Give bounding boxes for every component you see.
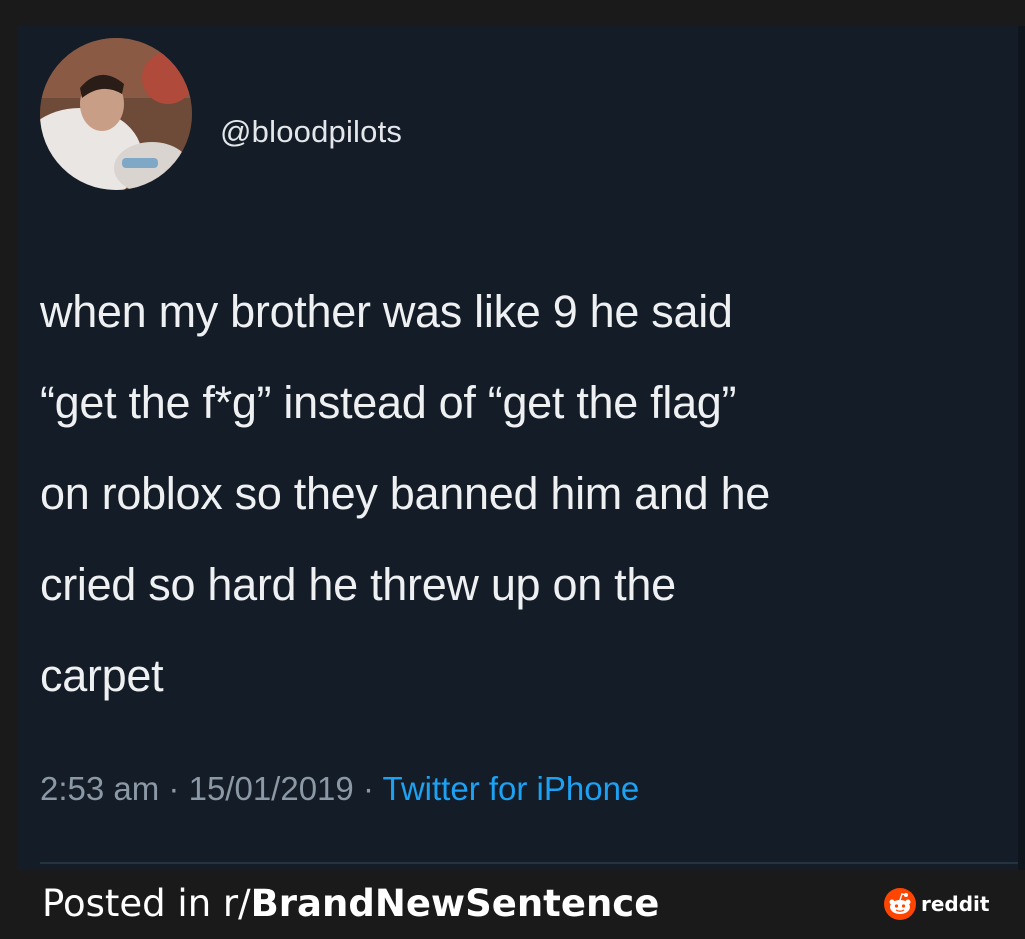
tweet-card: @bloodpilots when my brother was like 9 … xyxy=(18,26,1025,870)
posted-prefix: Posted in r/ xyxy=(42,882,251,925)
tweet-text-line: on roblox so they banned him and he xyxy=(40,468,771,519)
screenshot-frame: @bloodpilots when my brother was like 9 … xyxy=(0,0,1025,939)
tweet-date[interactable]: 15/01/2019 xyxy=(189,770,354,807)
tweet-handle[interactable]: @bloodpilots xyxy=(220,114,402,150)
tweet-text-line: carpet xyxy=(40,650,164,701)
posted-in-label: Posted in r/BrandNewSentence xyxy=(42,882,659,925)
reddit-alien-icon xyxy=(884,888,916,920)
meta-separator: · xyxy=(168,770,189,807)
tweet-time[interactable]: 2:53 am xyxy=(40,770,159,807)
reddit-wordmark: reddit xyxy=(921,892,990,916)
subreddit-link[interactable]: BrandNewSentence xyxy=(251,882,660,925)
avatar[interactable] xyxy=(40,38,192,190)
tweet-text-line: cried so hard he threw up on the xyxy=(40,559,676,610)
tweet-meta: 2:53 am · 15/01/2019 · Twitter for iPhon… xyxy=(40,770,639,808)
tweet-text: when my brother was like 9 he said “get … xyxy=(40,266,1020,721)
divider xyxy=(40,862,1025,864)
tweet-text-line: when my brother was like 9 he said xyxy=(40,286,733,337)
tweet-text-line: “get the f*g” instead of “get the flag” xyxy=(40,377,737,428)
profile-photo-icon xyxy=(40,38,192,190)
edge-shadow xyxy=(1018,26,1025,870)
reddit-logo[interactable]: reddit xyxy=(884,888,989,920)
meta-separator: · xyxy=(362,770,383,807)
tweet-source-link[interactable]: Twitter for iPhone xyxy=(383,770,640,807)
reddit-footer: Posted in r/BrandNewSentence reddit xyxy=(0,870,1025,939)
